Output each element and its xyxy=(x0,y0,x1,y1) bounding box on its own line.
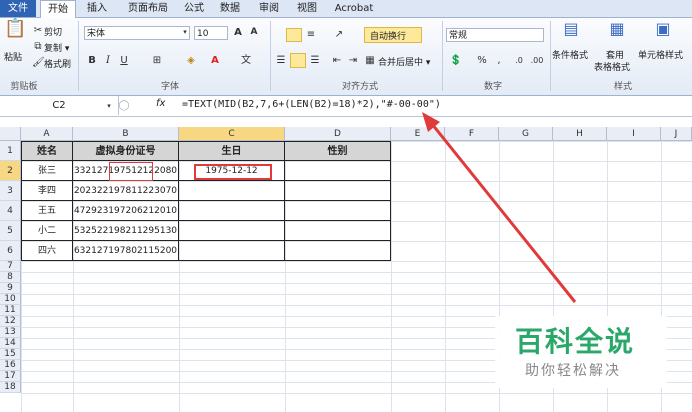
watermark-panel: 百科全说 助你轻松解决 xyxy=(495,316,667,388)
watermark-subtitle: 助你轻松解决 xyxy=(525,363,621,379)
watermark-title: 百科全说 xyxy=(515,325,636,358)
